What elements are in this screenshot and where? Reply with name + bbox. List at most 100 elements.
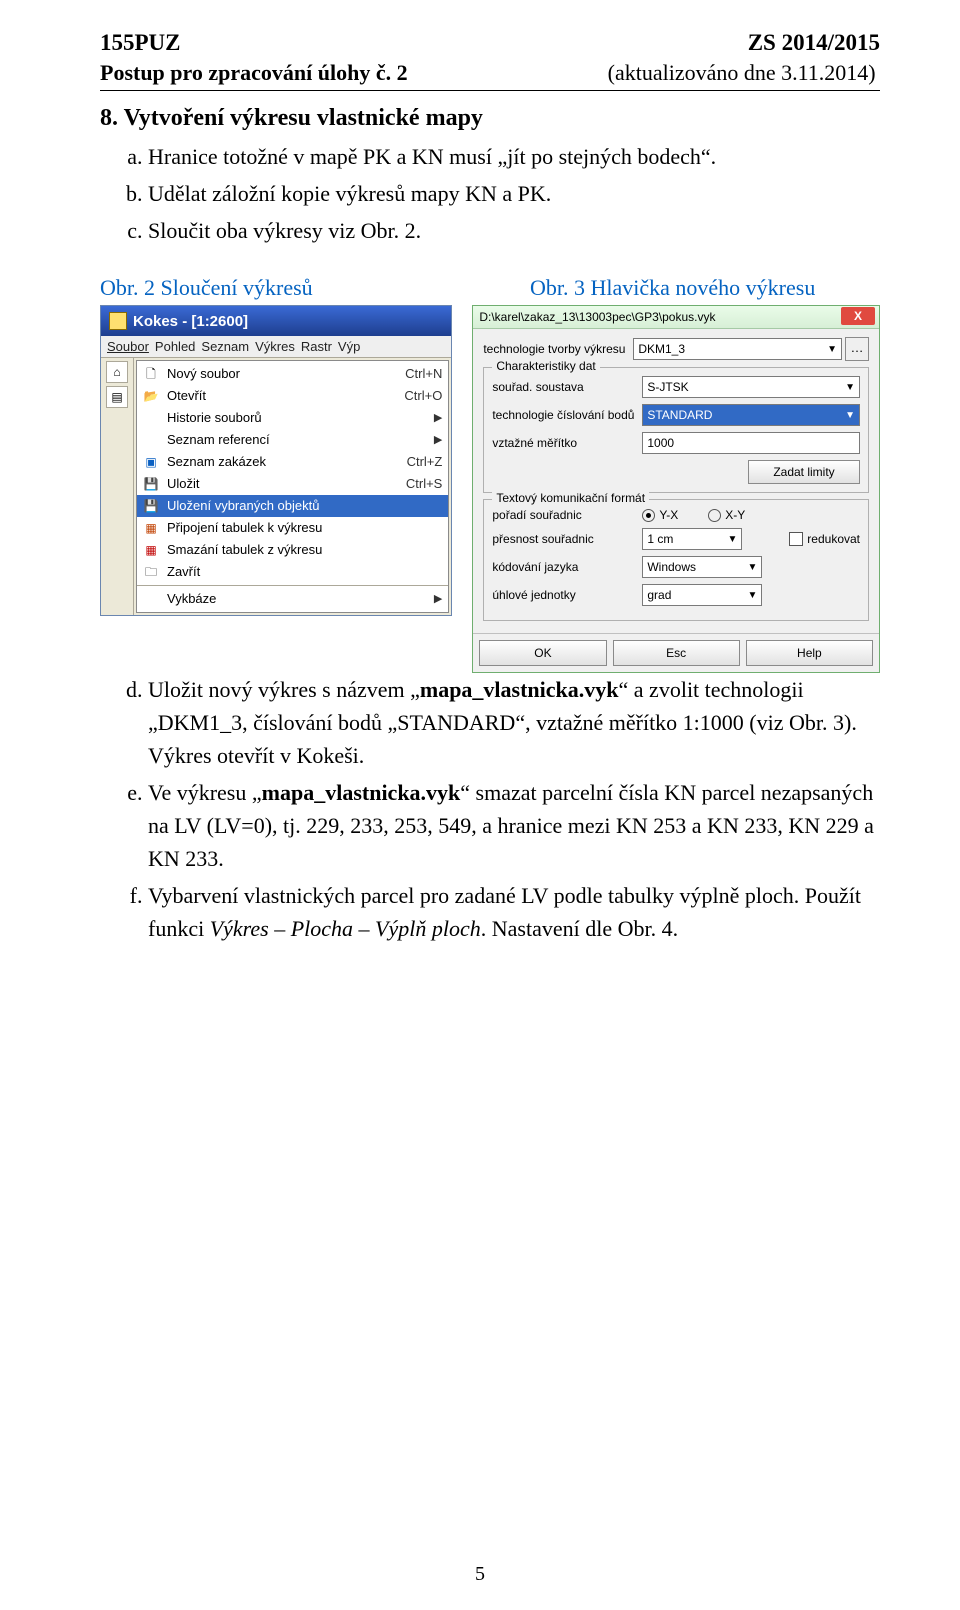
header-rule (100, 90, 880, 91)
menu-item-label: Seznam referencí (167, 431, 428, 449)
encoding-select[interactable]: Windows ▼ (642, 556, 762, 578)
encoding-label: kódování jazyka (492, 560, 642, 574)
menu-item-vykbaze[interactable]: Vykbáze ▶ (137, 588, 448, 610)
esc-button[interactable]: Esc (613, 640, 740, 666)
kokes-title: Kokes - [1:2600] (133, 313, 248, 330)
section-heading: 8. Vytvoření výkresu vlastnické mapy (100, 105, 880, 132)
submenu-arrow-icon: ▶ (434, 431, 442, 449)
submenu-arrow-icon: ▶ (434, 590, 442, 608)
kokes-window: Kokes - [1:2600] Soubor Pohled Seznam Vý… (100, 305, 452, 616)
menu-pohled[interactable]: Pohled (155, 339, 195, 354)
new-file-icon: 🗋 (141, 366, 161, 382)
ok-button[interactable]: OK (479, 640, 606, 666)
open-folder-icon: 📂 (141, 388, 161, 404)
menu-item-history[interactable]: Historie souborů ▶ (137, 407, 448, 429)
menu-item-open[interactable]: 📂 Otevřít Ctrl+O (137, 385, 448, 407)
menu-item-save-selected[interactable]: 💾 Uložení vybraných objektů (137, 495, 448, 517)
tool-icon-1[interactable]: ⌂ (106, 361, 128, 383)
menu-vykres[interactable]: Výkres (255, 339, 295, 354)
radio-label: X-Y (725, 508, 745, 522)
scale-input[interactable]: 1000 (642, 432, 860, 454)
dropdown-icon: ▼ (747, 590, 757, 601)
menu-item-orders[interactable]: ▣ Seznam zakázek Ctrl+Z (137, 451, 448, 473)
item-c: Sloučit oba výkresy viz Obr. 2. (148, 214, 880, 247)
blank-icon (141, 432, 161, 448)
subheader-bold: Postup pro zpracování úlohy č. 2 (100, 60, 408, 86)
radio-xy[interactable]: X-Y (708, 508, 745, 522)
dropdown-icon: ▼ (727, 534, 737, 545)
kokes-titlebar: Kokes - [1:2600] (101, 306, 451, 336)
menu-rastr[interactable]: Rastr (301, 339, 332, 354)
menu-item-new[interactable]: 🗋 Nový soubor Ctrl+N (137, 363, 448, 385)
set-limits-button[interactable]: Zadat limity (748, 460, 860, 484)
dropdown-icon: ▼ (827, 344, 837, 355)
groupbox-characteristics: Charakteristiky dat souřad. soustava S-J… (483, 367, 869, 493)
figure-caption-3: Obr. 3 Hlavička nového výkresu (530, 275, 815, 301)
menu-item-attach-tables[interactable]: ▦ Připojení tabulek k výkresu (137, 517, 448, 539)
dropdown-icon: ▼ (747, 562, 757, 573)
submenu-arrow-icon: ▶ (434, 409, 442, 427)
close-button[interactable]: X (841, 307, 875, 325)
menu-item-label: Připojení tabulek k výkresu (167, 519, 442, 537)
menu-seznam[interactable]: Seznam (201, 339, 249, 354)
menu-shortcut: Ctrl+O (404, 387, 442, 405)
coord-system-label: souřad. soustava (492, 380, 642, 394)
menu-soubor[interactable]: Soubor (107, 339, 149, 354)
menu-separator (137, 585, 448, 586)
save-icon: 💾 (141, 476, 161, 492)
blank-icon (141, 410, 161, 426)
menu-item-references[interactable]: Seznam referencí ▶ (137, 429, 448, 451)
precision-select[interactable]: 1 cm ▼ (642, 528, 742, 550)
menu-item-label: Uložení vybraných objektů (167, 497, 442, 515)
radio-icon (642, 509, 655, 522)
item-a: Hranice totožné v mapě PK a KN musí „jít… (148, 140, 880, 173)
item-f: Vybarvení vlastnických parcel pro zadané… (148, 879, 880, 945)
menu-item-label: Historie souborů (167, 409, 428, 427)
menu-item-save[interactable]: 💾 Uložit Ctrl+S (137, 473, 448, 495)
groupbox-title: Textový komunikační formát (492, 491, 649, 505)
menu-item-label: Vykbáze (167, 590, 428, 608)
menu-item-label: Seznam zakázek (167, 453, 399, 471)
radio-yx[interactable]: Y-X (642, 508, 678, 522)
kokes-menubar[interactable]: Soubor Pohled Seznam Výkres Rastr Výp (101, 336, 451, 358)
technology-select[interactable]: DKM1_3 ▼ (633, 338, 842, 360)
technology-browse-button[interactable]: … (845, 337, 869, 361)
menu-item-detach-tables[interactable]: ▦ Smazání tabulek z výkresu (137, 539, 448, 561)
numbering-select[interactable]: STANDARD▼ (642, 404, 860, 426)
blank-icon (141, 591, 161, 607)
menu-item-label: Zavřít (167, 563, 442, 581)
select-value: S-JTSK (647, 380, 688, 394)
header-right: ZS 2014/2015 (748, 30, 880, 56)
menu-item-close[interactable]: 🗀 Zavřít (137, 561, 448, 583)
select-value: DKM1_3 (638, 342, 685, 356)
groupbox-title: Charakteristiky dat (492, 359, 599, 373)
menu-item-label: Otevřít (167, 387, 396, 405)
menu-item-label: Smazání tabulek z výkresu (167, 541, 442, 559)
menu-item-label: Uložit (167, 475, 398, 493)
close-doc-icon: 🗀 (141, 564, 161, 580)
precision-label: přesnost souřadnic (492, 532, 642, 546)
item-d: Uložit nový výkres s názvem „mapa_vlastn… (148, 673, 880, 772)
help-button[interactable]: Help (746, 640, 873, 666)
tool-icon-2[interactable]: ▤ (106, 386, 128, 408)
header-dialog: D:\karel\zakaz_13\13003pec\GP3\pokus.vyk… (472, 305, 880, 673)
item-b: Udělat záložní kopie výkresů mapy KN a P… (148, 177, 880, 210)
coord-system-select[interactable]: S-JTSK ▼ (642, 376, 860, 398)
menu-vyp[interactable]: Výp (338, 339, 360, 354)
menu-item-label: Nový soubor (167, 365, 397, 383)
coord-order-label: pořadí souřadnic (492, 508, 642, 522)
reduce-checkbox[interactable] (789, 532, 803, 546)
radio-label: Y-X (659, 508, 678, 522)
select-value: grad (647, 588, 671, 602)
menu-shortcut: Ctrl+N (405, 365, 442, 383)
file-submenu: 🗋 Nový soubor Ctrl+N 📂 Otevřít Ctrl+O Hi… (136, 360, 449, 613)
list-b: Uložit nový výkres s názvem „mapa_vlastn… (100, 673, 880, 945)
select-value: 1 cm (647, 532, 673, 546)
radio-icon (708, 509, 721, 522)
kokes-toolbar: ⌂ ▤ (101, 358, 134, 615)
dropdown-icon: ▼ (845, 382, 855, 393)
angle-unit-select[interactable]: grad ▼ (642, 584, 762, 606)
item-e: Ve výkresu „mapa_vlastnicka.vyk“ smazat … (148, 776, 880, 875)
kokes-app-icon (109, 312, 127, 330)
select-value: Windows (647, 560, 696, 574)
